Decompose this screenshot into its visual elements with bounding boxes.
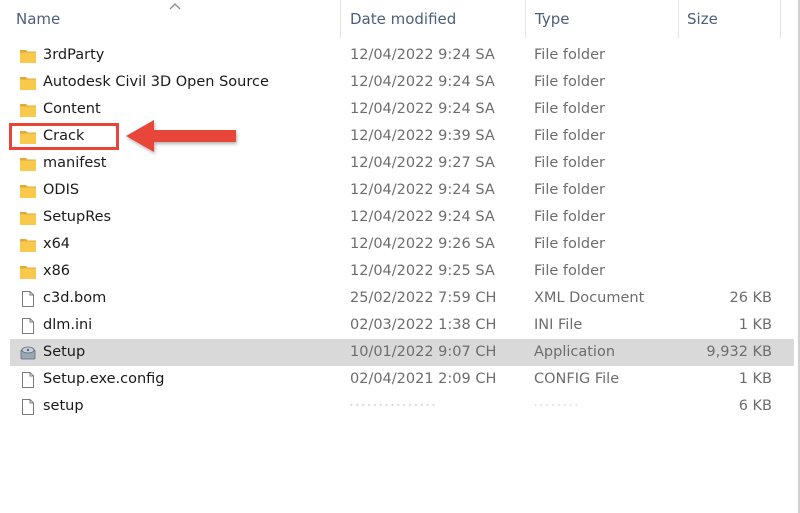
file-size: 6 KB <box>738 398 772 414</box>
file-date-modified: 12/04/2022 9:24 SA <box>350 74 495 90</box>
file-name: Content <box>43 101 101 117</box>
file-type: XML Document <box>534 290 645 306</box>
file-date-modified: 02/04/2021 2:09 CH <box>350 371 497 387</box>
setup-app-icon <box>19 344 37 362</box>
column-header-bar: Name Date modified Type Size <box>0 0 800 38</box>
redacted-type: ········ <box>534 401 581 411</box>
document-icon <box>19 398 37 416</box>
file-name: x64 <box>43 236 71 252</box>
file-type: File folder <box>534 74 605 90</box>
file-explorer-window: Name Date modified Type Size 3rdParty 12/… <box>0 0 800 513</box>
file-row[interactable]: x86 12/04/2022 9:25 SA File folder <box>10 258 794 285</box>
file-type: File folder <box>534 155 605 171</box>
column-header-name[interactable]: Name <box>16 0 60 38</box>
file-row[interactable]: dlm.ini 02/03/2022 1:38 CH INI File 1 KB <box>10 312 794 339</box>
file-size: 1 KB <box>738 371 772 387</box>
file-type: CONFIG File <box>534 371 620 387</box>
file-date-modified: 10/01/2022 9:07 CH <box>350 344 497 360</box>
annotation-highlight-box <box>9 123 119 150</box>
file-type: File folder <box>534 182 605 198</box>
file-name: manifest <box>43 155 107 171</box>
folder-icon <box>19 182 37 200</box>
file-name: Setup <box>43 344 86 360</box>
folder-icon <box>19 47 37 65</box>
folder-icon <box>19 101 37 119</box>
file-name: setup <box>43 398 84 414</box>
redacted-date: ··············· <box>350 401 438 411</box>
folder-icon <box>19 263 37 281</box>
folder-icon <box>19 209 37 227</box>
file-row[interactable]: Setup 10/01/2022 9:07 CH Application 9,932 … <box>10 339 794 366</box>
document-icon <box>19 290 37 308</box>
file-row[interactable]: ODIS 12/04/2022 9:24 SA File folder <box>10 177 794 204</box>
annotation-arrow-icon <box>126 120 236 152</box>
file-name: 3rdParty <box>43 47 105 63</box>
column-header-type[interactable]: Type <box>535 0 569 38</box>
file-name: Setup.exe.config <box>43 371 165 387</box>
file-date-modified: 25/02/2022 7:59 CH <box>350 290 497 306</box>
file-name: c3d.bom <box>43 290 107 306</box>
file-date-modified: 12/04/2022 9:27 SA <box>350 155 495 171</box>
file-date-modified: 12/04/2022 9:24 SA <box>350 101 495 117</box>
file-name: x86 <box>43 263 71 279</box>
folder-icon <box>19 236 37 254</box>
file-type: INI File <box>534 317 583 333</box>
file-row[interactable]: setup ··············· ········ 6 KB <box>10 393 794 420</box>
file-size: 1 KB <box>738 317 772 333</box>
column-header-size[interactable]: Size <box>687 0 718 38</box>
file-type: File folder <box>534 101 605 117</box>
file-row[interactable]: c3d.bom 25/02/2022 7:59 CH XML Document 26 … <box>10 285 794 312</box>
file-date-modified: 12/04/2022 9:24 SA <box>350 209 495 225</box>
file-row[interactable]: x64 12/04/2022 9:26 SA File folder <box>10 231 794 258</box>
column-divider[interactable] <box>678 0 679 38</box>
file-date-modified: 12/04/2022 9:26 SA <box>350 236 495 252</box>
file-date-modified: 12/04/2022 9:24 SA <box>350 47 495 63</box>
file-row[interactable]: Setup.exe.config 02/04/2021 2:09 CH CONFIG… <box>10 366 794 393</box>
file-name: SetupRes <box>43 209 112 225</box>
file-date-modified: 12/04/2022 9:24 SA <box>350 182 495 198</box>
file-type: File folder <box>534 209 605 225</box>
file-name: ODIS <box>43 182 80 198</box>
document-icon <box>19 317 37 335</box>
file-type: Application <box>534 344 616 360</box>
file-type: File folder <box>534 263 605 279</box>
file-row[interactable]: Autodesk Civil 3D Open Source 12/04/2022 … <box>10 69 794 96</box>
file-date-modified: 02/03/2022 1:38 CH <box>350 317 497 333</box>
file-type: File folder <box>534 236 605 252</box>
column-divider[interactable] <box>525 0 526 38</box>
file-type: File folder <box>534 47 605 63</box>
file-type: File folder <box>534 128 605 144</box>
file-size: 9,932 KB <box>706 344 772 360</box>
column-header-date-modified[interactable]: Date modified <box>350 0 456 38</box>
file-row[interactable]: SetupRes 12/04/2022 9:24 SA File folder <box>10 204 794 231</box>
folder-icon <box>19 74 37 92</box>
file-size: 26 KB <box>729 290 772 306</box>
file-name: Autodesk Civil 3D Open Source <box>43 74 269 90</box>
file-date-modified: 12/04/2022 9:39 SA <box>350 128 495 144</box>
document-icon <box>19 371 37 389</box>
sort-ascending-icon <box>169 3 181 10</box>
folder-icon <box>19 155 37 173</box>
file-date-modified: 12/04/2022 9:25 SA <box>350 263 495 279</box>
file-row[interactable]: 3rdParty 12/04/2022 9:24 SA File folder <box>10 42 794 69</box>
file-name: dlm.ini <box>43 317 93 333</box>
column-divider[interactable] <box>780 0 781 38</box>
column-divider[interactable] <box>340 0 341 38</box>
